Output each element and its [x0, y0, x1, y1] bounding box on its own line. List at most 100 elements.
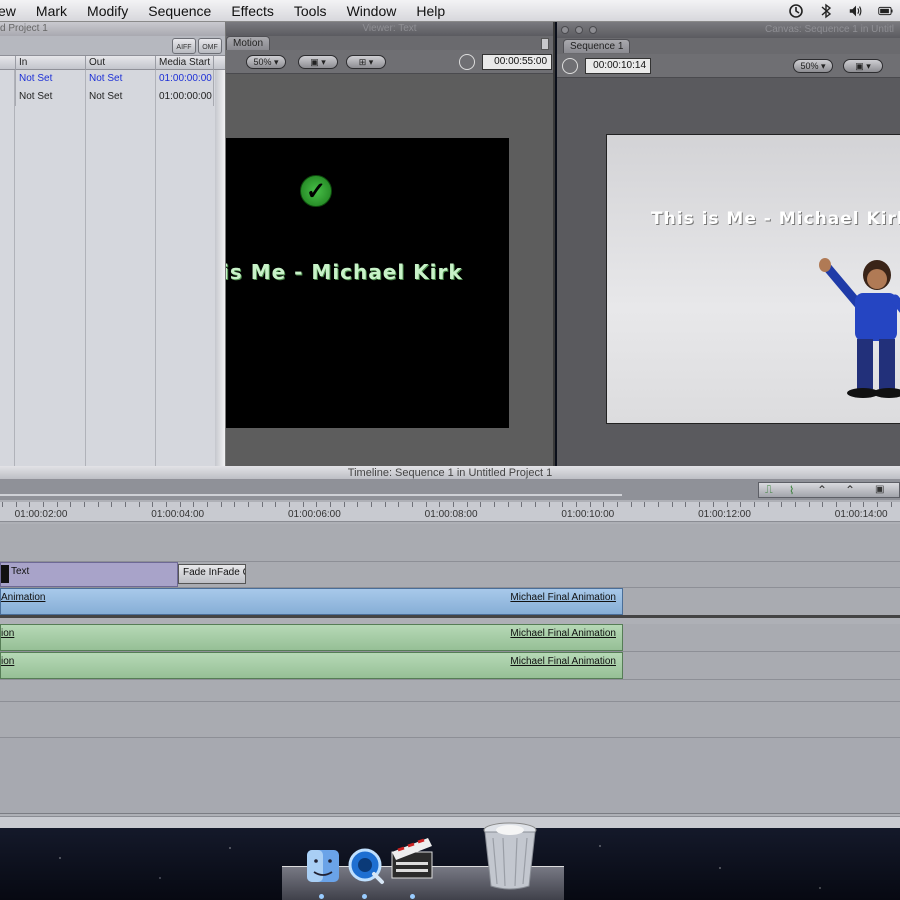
keyframe-icon[interactable]: ⌃ — [817, 483, 827, 497]
column-in[interactable]: In — [16, 56, 86, 70]
zoom-popup[interactable]: 50% ▾ — [793, 59, 833, 73]
zoom-popup[interactable]: 50% ▾ — [246, 55, 286, 69]
canvas-title: Canvas: Sequence 1 in Untitl — [765, 24, 894, 35]
ruler-tick — [98, 502, 99, 507]
timeline-scroller[interactable] — [0, 494, 622, 496]
final-cut-pro-icon[interactable] — [388, 832, 438, 882]
ruler-tick — [891, 502, 892, 507]
column-media-start[interactable]: Media Start — [156, 56, 214, 70]
timeline-tools: ⎍ ⌇ ⌃ ⌃ ▣ — [758, 482, 900, 498]
view-popup[interactable]: ▣ ▾ — [843, 59, 883, 73]
ruler-label: 01:00:12:00 — [698, 509, 751, 520]
viewer-video[interactable]: ✓ is Me - Michael Kirk — [226, 138, 509, 428]
ruler-tick — [467, 502, 468, 507]
finder-icon[interactable] — [305, 848, 341, 884]
empty-track — [0, 524, 900, 562]
canvas-titlebar: Canvas: Sequence 1 in Untitl — [557, 22, 900, 38]
view-popup[interactable]: ▣ ▾ — [298, 55, 338, 69]
menu-help[interactable]: Help — [406, 0, 455, 22]
audio-clip[interactable]: ion Michael Final Animation — [0, 652, 623, 679]
ruler-tick — [850, 502, 851, 507]
scroll-handle[interactable] — [541, 38, 549, 50]
clip-overlay-icon[interactable]: ⌇ — [789, 484, 794, 497]
browser-toolbar: AIFF OMF — [0, 36, 225, 56]
ruler-tick — [193, 502, 194, 507]
timeline-title: Timeline: Sequence 1 in Untitled Project… — [0, 466, 900, 480]
ruler-label: 01:00:14:00 — [834, 509, 888, 520]
menu-modify[interactable]: Modify — [77, 0, 138, 22]
display-popup[interactable]: ⊞ ▾ — [346, 55, 386, 69]
pen-icon[interactable]: ⌃ — [845, 483, 855, 497]
time-machine-icon[interactable] — [788, 3, 804, 19]
audio-track-4 — [0, 702, 900, 738]
menu-tools[interactable]: Tools — [284, 0, 337, 22]
audio-track-1: ion Michael Final Animation — [0, 624, 900, 652]
ruler-tick — [631, 502, 632, 507]
ruler-tick — [152, 502, 153, 507]
ruler-tick — [43, 502, 44, 507]
video-track-1: Animation Michael Final Animation — [0, 588, 900, 618]
video-clip[interactable]: Animation Michael Final Animation — [0, 588, 623, 615]
close-button[interactable] — [561, 26, 569, 34]
ruler-tick — [768, 502, 769, 507]
ruler-tick — [16, 502, 17, 507]
ruler-tick — [603, 502, 604, 507]
ruler-tick — [57, 502, 58, 507]
running-indicator — [410, 894, 415, 899]
menu-window[interactable]: Window — [337, 0, 407, 22]
ruler-tick — [357, 502, 358, 507]
timeline-ruler[interactable]: 01:00:02:00 01:00:04:00 01:00:06:00 01:00:0… — [0, 502, 900, 522]
ruler-tick — [166, 502, 167, 507]
tab-motion[interactable]: Motion — [226, 36, 271, 50]
viewer-title: Viewer: Text — [226, 22, 553, 36]
bluetooth-icon[interactable] — [818, 3, 834, 19]
volume-icon[interactable] — [848, 3, 864, 19]
tab-sequence-1[interactable]: Sequence 1 — [563, 39, 631, 53]
viewer-tab-row: Motion — [226, 36, 553, 50]
audio-clip[interactable]: ion Michael Final Animation — [0, 624, 623, 651]
snapping-icon[interactable]: ⎍ — [765, 484, 773, 497]
column-out[interactable]: Out — [86, 56, 156, 70]
battery-icon[interactable] — [878, 3, 894, 19]
menu-mark[interactable]: Mark — [26, 0, 77, 22]
canvas-timecode[interactable]: 00:00:10:14 — [585, 58, 651, 74]
ruler-tick — [562, 502, 563, 507]
menu-sequence[interactable]: Sequence — [138, 0, 221, 22]
ruler-tick — [795, 502, 796, 507]
text-clip[interactable]: Text — [0, 562, 178, 587]
list-item[interactable]: Not Set Not Set 01:00:00:00 — [0, 70, 225, 88]
menu-bar: ew Mark Modify Sequence Effects Tools Wi… — [0, 0, 900, 22]
ruler-tick — [740, 502, 741, 507]
browser-title: d Project 1 — [0, 22, 225, 36]
menu-effects[interactable]: Effects — [221, 0, 284, 22]
menu-view[interactable]: ew — [0, 0, 26, 22]
ruler-tick — [535, 502, 536, 507]
ruler-tick — [344, 502, 345, 507]
timeline-scrollbar[interactable] — [0, 816, 900, 828]
aiff-button[interactable]: AIFF — [172, 38, 196, 54]
minimize-button[interactable] — [575, 26, 583, 34]
running-indicator — [362, 894, 367, 899]
ruler-tick — [111, 502, 112, 507]
ruler-tick — [180, 502, 181, 507]
browser-column-headers: In Out Media Start — [0, 56, 225, 70]
fade-transition[interactable]: Fade In Fade C — [178, 564, 246, 584]
omf-button[interactable]: OMF — [198, 38, 222, 54]
viewer-timecode[interactable]: 00:00:55:00 — [482, 54, 552, 70]
clay-figure — [819, 258, 900, 398]
ruler-tick — [385, 502, 386, 507]
menu-extras — [788, 0, 900, 22]
ruler-tick — [480, 502, 481, 507]
ruler-tick — [139, 502, 140, 507]
canvas-video[interactable]: This is Me - Michael Kirk — [606, 134, 900, 424]
ruler-label: 01:00:10:00 — [561, 509, 615, 520]
ruler-tick — [125, 502, 126, 507]
render-icon[interactable]: ▣ — [875, 484, 884, 495]
zoom-button[interactable] — [589, 26, 597, 34]
panel-divider[interactable] — [215, 70, 225, 466]
trash-icon[interactable] — [481, 820, 539, 892]
list-item[interactable]: Not Set Not Set 01:00:00:00 — [0, 88, 225, 106]
running-indicator — [319, 894, 324, 899]
quicktime-icon[interactable] — [346, 846, 386, 886]
ruler-tick — [262, 502, 263, 507]
